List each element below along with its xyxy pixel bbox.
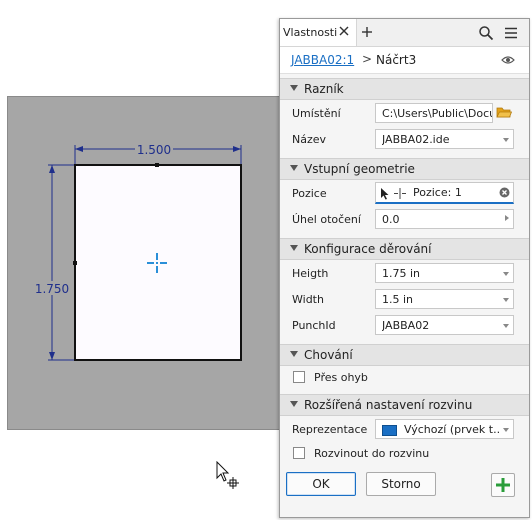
section-advanced[interactable]: Rozšířená nastavení rozvinu [280, 394, 529, 416]
close-icon[interactable] [337, 24, 351, 38]
collapse-arrow-icon [290, 351, 298, 357]
panel-tab-bar: Vlastnosti [280, 19, 529, 47]
representation-label: Reprezentace [292, 423, 368, 436]
section-behavior-title: Chování [304, 348, 353, 362]
angle-value: 0.0 [382, 213, 400, 226]
section-input-geometry[interactable]: Vstupní geometrie [280, 158, 529, 180]
collapse-arrow-icon [290, 401, 298, 407]
select-arrow-icon [381, 188, 389, 200]
height-arrow-bottom [49, 352, 55, 360]
width-label: Width [292, 293, 324, 306]
breadcrumb-separator: > [362, 52, 373, 66]
cancel-button-label: Storno [381, 477, 421, 491]
tab-properties-label: Vlastnosti [283, 26, 338, 39]
representation-icon [382, 425, 397, 436]
name-value: JABBA02.ide [382, 133, 450, 146]
eye-icon[interactable] [501, 55, 515, 65]
tab-properties[interactable]: Vlastnosti [280, 19, 357, 46]
breadcrumb-link-part[interactable]: JABBA02:1 [291, 53, 354, 67]
height-dimension-value[interactable]: 1.750 [35, 282, 69, 296]
graphics-canvas[interactable]: 1.500 1.750 [7, 96, 280, 430]
width-arrow-left [75, 146, 83, 152]
mouse-cursor-icon [216, 461, 239, 489]
section-punch-title: Razník [304, 82, 344, 96]
properties-panel: Vlastnosti JABBA02:1 > Náčrt3 Razník Umí… [279, 18, 530, 518]
chevron-right-icon [505, 215, 509, 221]
plus-icon [496, 478, 510, 492]
location-label: Umístění [292, 107, 341, 120]
ok-button[interactable]: OK [286, 472, 356, 496]
point-crosshair-icon [394, 188, 406, 199]
width-dropdown[interactable]: 1.5 in [375, 289, 514, 309]
collapse-arrow-icon [290, 165, 298, 171]
height-label: Heigth [292, 267, 329, 280]
over-bend-label: Přes ohyb [314, 371, 368, 384]
collapse-arrow-icon [290, 85, 298, 91]
position-value: Pozice: 1 [413, 186, 462, 199]
position-selector[interactable]: Pozice: 1 [375, 182, 514, 204]
punchid-value: JABBA02 [382, 319, 430, 332]
clear-icon[interactable] [499, 187, 510, 198]
chevron-down-icon [503, 298, 509, 302]
add-button[interactable] [491, 473, 515, 497]
location-field[interactable]: C:\Users\Public\Docum [375, 103, 493, 123]
chevron-down-icon [503, 138, 509, 142]
height-value: 1.75 in [382, 267, 421, 280]
add-tab-icon[interactable] [360, 25, 374, 39]
section-behavior[interactable]: Chování [280, 344, 529, 366]
section-punch-config-title: Konfigurace děrování [304, 242, 432, 256]
folder-icon[interactable] [496, 105, 512, 119]
punchid-dropdown[interactable]: JABBA02 [375, 315, 514, 335]
location-value: C:\Users\Public\Docum [382, 107, 492, 120]
section-input-geometry-title: Vstupní geometrie [304, 162, 415, 176]
midpoint-top[interactable] [155, 163, 159, 167]
unfold-label: Rozvinout do rozvinu [314, 447, 430, 460]
search-icon[interactable] [478, 25, 494, 41]
section-punch[interactable]: Razník [280, 78, 529, 100]
breadcrumb-current: Náčrt3 [376, 53, 417, 67]
name-dropdown[interactable]: JABBA02.ide [375, 129, 514, 149]
section-advanced-title: Rozšířená nastavení rozvinu [304, 398, 473, 412]
name-label: Název [292, 133, 327, 146]
over-bend-checkbox[interactable] [293, 371, 305, 383]
height-dropdown[interactable]: 1.75 in [375, 263, 514, 283]
collapse-arrow-icon [290, 245, 298, 251]
cancel-button[interactable]: Storno [366, 472, 436, 496]
angle-label: Úhel otočení [292, 213, 361, 226]
section-punch-config[interactable]: Konfigurace děrování [280, 238, 529, 260]
width-arrow-right [233, 146, 241, 152]
chevron-down-icon [503, 272, 509, 276]
menu-icon[interactable] [503, 25, 519, 41]
breadcrumb: JABBA02:1 > Náčrt3 [280, 47, 529, 74]
angle-input[interactable]: 0.0 [375, 209, 514, 229]
position-label: Pozice [292, 187, 327, 200]
midpoint-left[interactable] [73, 261, 77, 265]
representation-dropdown[interactable]: Výchozí (prvek t... [375, 419, 514, 439]
representation-value: Výchozí (prvek t... [404, 423, 500, 436]
chevron-down-icon [503, 324, 509, 328]
ok-button-label: OK [312, 477, 330, 491]
punchid-label: PunchId [292, 319, 336, 332]
sketch-view: 1.500 1.750 [34, 143, 242, 361]
chevron-down-icon [503, 428, 509, 432]
unfold-checkbox[interactable] [293, 447, 305, 459]
width-dimension-value[interactable]: 1.500 [137, 143, 171, 157]
height-arrow-top [49, 165, 55, 173]
width-value: 1.5 in [382, 293, 414, 306]
